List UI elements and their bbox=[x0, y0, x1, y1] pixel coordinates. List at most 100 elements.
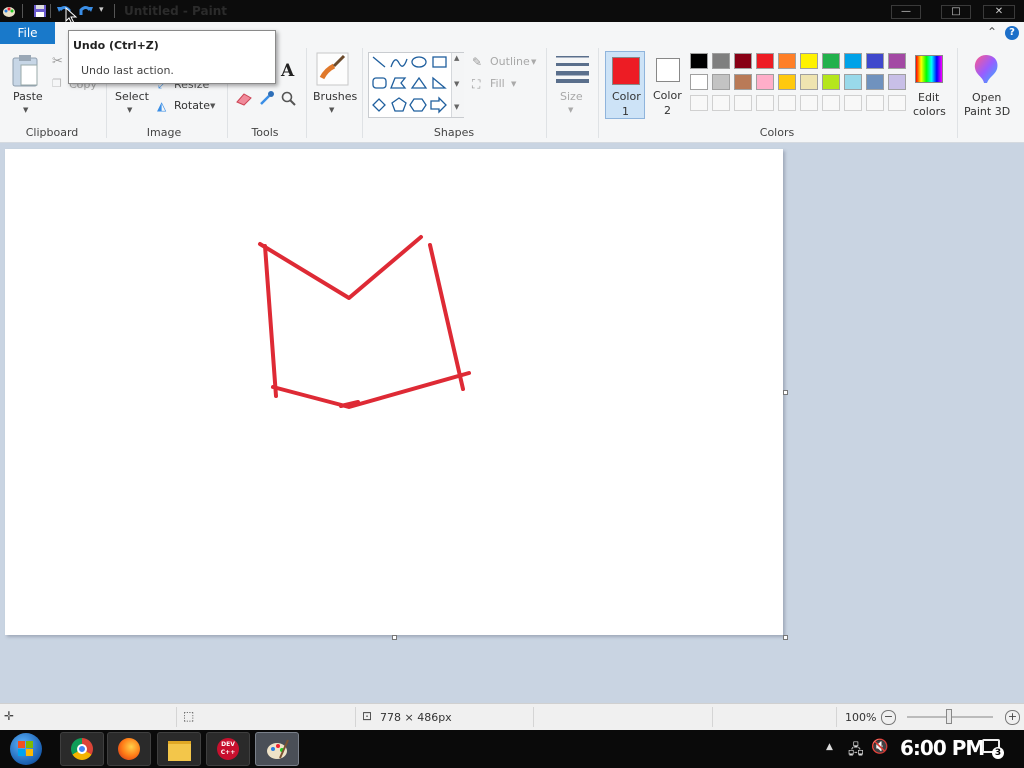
canvas-resize-handle-right[interactable] bbox=[783, 390, 788, 395]
canvas-resize-handle-bottom[interactable] bbox=[392, 635, 397, 640]
palette-swatch[interactable] bbox=[822, 53, 840, 69]
palette-swatch[interactable] bbox=[844, 74, 862, 90]
color-picker-icon[interactable] bbox=[259, 90, 275, 106]
palette-swatch[interactable] bbox=[778, 53, 796, 69]
palette-empty-swatch[interactable] bbox=[712, 95, 730, 111]
copy-icon[interactable]: ❐ bbox=[52, 77, 62, 90]
open-paint3d-label-2[interactable]: Paint 3D bbox=[964, 105, 1010, 118]
outline-icon[interactable]: ✎ bbox=[472, 55, 482, 69]
canvas-drawing bbox=[258, 235, 471, 409]
palette-swatch[interactable] bbox=[866, 53, 884, 69]
palette-swatch[interactable] bbox=[690, 74, 708, 90]
taskbar-chrome-button[interactable] bbox=[60, 732, 104, 766]
taskbar-clock[interactable]: 6:00 PM bbox=[900, 736, 985, 760]
volume-muted-icon[interactable]: 🔇 bbox=[871, 739, 888, 755]
minimize-button[interactable]: — bbox=[891, 5, 921, 19]
rotate-icon[interactable]: ◭ bbox=[157, 99, 166, 113]
fill-icon[interactable]: ⛶ bbox=[472, 77, 480, 92]
paste-icon[interactable] bbox=[11, 54, 41, 88]
size-dropdown-icon[interactable]: ▼ bbox=[568, 106, 573, 114]
notification-center-button[interactable]: 3 bbox=[982, 739, 1004, 759]
maximize-button[interactable]: □ bbox=[941, 5, 971, 19]
magnifier-icon[interactable] bbox=[281, 91, 297, 107]
brushes-dropdown-icon[interactable]: ▼ bbox=[329, 106, 334, 114]
palette-empty-swatch[interactable] bbox=[822, 95, 840, 111]
cut-icon[interactable]: ✂ bbox=[52, 54, 63, 69]
palette-empty-swatch[interactable] bbox=[888, 95, 906, 111]
customize-qat-icon[interactable]: ▾ bbox=[99, 5, 104, 15]
size-button-label[interactable]: Size bbox=[560, 90, 583, 103]
shapes-gallery: ▲ ▼ ▼ bbox=[368, 52, 464, 118]
start-button[interactable] bbox=[4, 731, 48, 767]
rotate-button-label[interactable]: Rotate bbox=[174, 99, 210, 112]
palette-swatch[interactable] bbox=[690, 53, 708, 69]
eraser-icon[interactable] bbox=[235, 92, 253, 106]
brushes-button-label[interactable]: Brushes bbox=[313, 90, 357, 103]
palette-swatch[interactable] bbox=[712, 74, 730, 90]
edit-colors-label-2[interactable]: colors bbox=[913, 105, 946, 118]
collapse-ribbon-icon[interactable]: ⌃ bbox=[987, 25, 997, 39]
palette-empty-swatch[interactable] bbox=[844, 95, 862, 111]
palette-swatch[interactable] bbox=[822, 74, 840, 90]
close-button[interactable]: ✕ bbox=[983, 5, 1015, 19]
taskbar-devcpp-button[interactable]: DEV C++ bbox=[206, 732, 250, 766]
outline-dropdown-icon[interactable]: ▼ bbox=[531, 58, 536, 66]
palette-swatch[interactable] bbox=[844, 53, 862, 69]
taskbar-firefox-button[interactable] bbox=[107, 732, 151, 766]
paste-dropdown-icon[interactable]: ▼ bbox=[23, 106, 28, 114]
paste-button-label[interactable]: Paste bbox=[13, 90, 43, 103]
palette-empty-swatch[interactable] bbox=[778, 95, 796, 111]
network-icon[interactable]: 🖧 bbox=[848, 739, 864, 763]
file-tab[interactable]: File bbox=[0, 22, 55, 44]
edit-colors-icon[interactable] bbox=[915, 55, 943, 83]
color1-button[interactable]: Color 1 bbox=[605, 51, 645, 119]
palette-swatch[interactable] bbox=[756, 53, 774, 69]
zoom-in-button[interactable]: + bbox=[1005, 710, 1020, 725]
palette-swatch[interactable] bbox=[866, 74, 884, 90]
size-icon[interactable] bbox=[556, 55, 589, 83]
help-icon[interactable]: ? bbox=[1005, 26, 1019, 40]
drawing-canvas[interactable] bbox=[5, 149, 783, 635]
color2-button[interactable]: Color 2 bbox=[648, 51, 688, 119]
gallery-down-icon[interactable]: ▼ bbox=[454, 80, 459, 88]
qat-separator bbox=[114, 4, 115, 18]
palette-empty-swatch[interactable] bbox=[800, 95, 818, 111]
outline-button-label[interactable]: Outline bbox=[490, 55, 530, 68]
gallery-expand-icon[interactable]: ▼ bbox=[454, 103, 459, 111]
zoom-out-button[interactable]: − bbox=[881, 710, 896, 725]
palette-empty-swatch[interactable] bbox=[866, 95, 884, 111]
show-hidden-icons-icon[interactable]: ▲ bbox=[826, 742, 833, 752]
gallery-up-icon[interactable]: ▲ bbox=[454, 54, 459, 62]
taskbar-paint-button[interactable] bbox=[255, 732, 299, 766]
palette-swatch[interactable] bbox=[888, 53, 906, 69]
palette-swatch[interactable] bbox=[734, 74, 752, 90]
palette-swatch[interactable] bbox=[800, 53, 818, 69]
select-button-label[interactable]: Select bbox=[115, 90, 149, 103]
canvas-resize-handle-corner[interactable] bbox=[783, 635, 788, 640]
save-icon[interactable] bbox=[33, 4, 47, 18]
palette-empty-swatch[interactable] bbox=[756, 95, 774, 111]
edit-colors-label[interactable]: Edit bbox=[918, 91, 939, 104]
brushes-icon[interactable] bbox=[316, 52, 349, 86]
taskbar-explorer-button[interactable] bbox=[157, 732, 201, 766]
zoom-slider-thumb[interactable] bbox=[946, 709, 952, 724]
fill-dropdown-icon[interactable]: ▼ bbox=[511, 80, 516, 88]
rotate-dropdown-icon[interactable]: ▼ bbox=[210, 102, 215, 110]
paint3d-icon[interactable] bbox=[971, 53, 1001, 85]
shapes-gallery-icons[interactable] bbox=[369, 53, 451, 117]
open-paint3d-label[interactable]: Open bbox=[972, 91, 1001, 104]
palette-empty-swatch[interactable] bbox=[734, 95, 752, 111]
text-tool-icon[interactable]: A bbox=[281, 61, 294, 81]
paint-app-icon bbox=[3, 7, 15, 17]
fill-button-label[interactable]: Fill bbox=[490, 77, 505, 90]
shapes-gallery-scroll[interactable]: ▲ ▼ ▼ bbox=[451, 53, 464, 117]
palette-swatch[interactable] bbox=[756, 74, 774, 90]
palette-swatch[interactable] bbox=[734, 53, 752, 69]
palette-swatch[interactable] bbox=[712, 53, 730, 69]
palette-swatch[interactable] bbox=[888, 74, 906, 90]
palette-empty-swatch[interactable] bbox=[690, 95, 708, 111]
redo-icon[interactable] bbox=[78, 3, 94, 19]
select-dropdown-icon[interactable]: ▼ bbox=[127, 106, 132, 114]
palette-swatch[interactable] bbox=[800, 74, 818, 90]
palette-swatch[interactable] bbox=[778, 74, 796, 90]
